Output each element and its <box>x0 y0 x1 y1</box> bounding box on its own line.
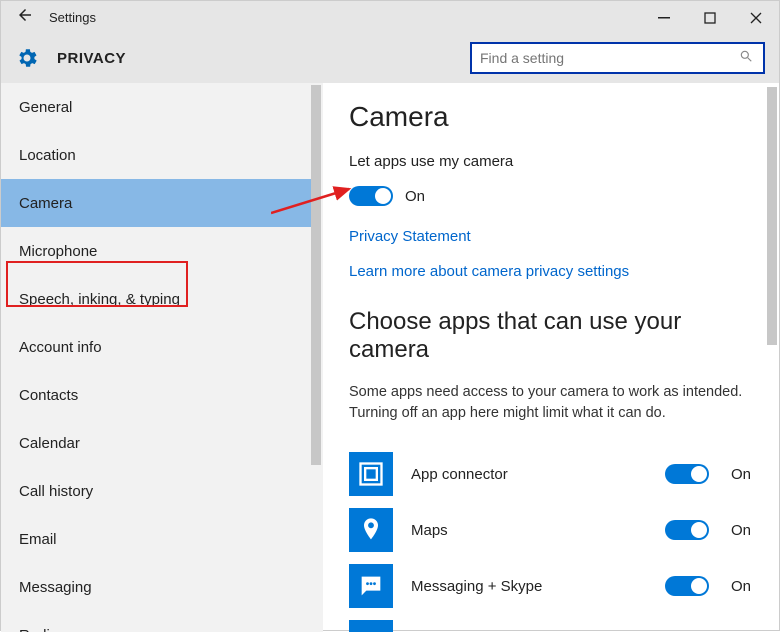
sidebar-item-speech-inking-typing[interactable]: Speech, inking, & typing <box>1 275 311 323</box>
app-name-label: Maps <box>411 522 665 539</box>
section-title: PRIVACY <box>57 50 126 67</box>
app-toggle[interactable] <box>665 576 709 596</box>
sidebar-item-camera[interactable]: Camera <box>1 179 311 227</box>
sidebar-item-microphone[interactable]: Microphone <box>1 227 311 275</box>
app-row: Microsoft EdgeOn <box>349 614 759 632</box>
gear-icon <box>15 46 39 70</box>
sidebar: General Location Camera Microphone Speech, i… <box>1 83 323 632</box>
sidebar-item-label: Contacts <box>19 387 78 404</box>
master-toggle-state: On <box>405 188 425 205</box>
sidebar-item-label: Radios <box>19 627 66 632</box>
sidebar-item-label: Location <box>19 147 76 164</box>
app-row: Messaging + Skype On <box>349 558 759 614</box>
edge-icon <box>349 620 393 632</box>
messaging-icon <box>349 564 393 608</box>
sidebar-item-label: Account info <box>19 339 102 356</box>
page-heading: Camera <box>349 101 759 133</box>
app-row: App connector On <box>349 446 759 502</box>
maximize-button[interactable] <box>687 1 733 33</box>
app-toggle-state: On <box>731 522 759 539</box>
sidebar-item-radios[interactable]: Radios <box>1 611 311 632</box>
apps-section-heading: Choose apps that can use your camera <box>349 308 759 364</box>
header: PRIVACY <box>1 33 779 83</box>
app-toggle-state: On <box>731 466 759 483</box>
sidebar-item-messaging[interactable]: Messaging <box>1 563 311 611</box>
content-scrollbar[interactable] <box>767 87 777 345</box>
sidebar-item-label: Email <box>19 531 57 548</box>
sidebar-scrollbar[interactable] <box>311 85 321 465</box>
sidebar-item-label: General <box>19 99 72 116</box>
app-toggle-state: On <box>731 578 759 595</box>
search-box[interactable] <box>470 42 765 74</box>
master-toggle-label: Let apps use my camera <box>349 153 759 170</box>
app-toggle[interactable] <box>665 464 709 484</box>
content-pane: Camera Let apps use my camera On Privacy… <box>323 83 779 632</box>
sidebar-item-account-info[interactable]: Account info <box>1 323 311 371</box>
sidebar-item-general[interactable]: General <box>1 83 311 131</box>
sidebar-item-contacts[interactable]: Contacts <box>1 371 311 419</box>
sidebar-item-label: Camera <box>19 195 72 212</box>
appconnector-icon <box>349 452 393 496</box>
back-button[interactable] <box>1 6 49 29</box>
app-name-label: App connector <box>411 466 665 483</box>
sidebar-item-email[interactable]: Email <box>1 515 311 563</box>
privacy-statement-link[interactable]: Privacy Statement <box>349 228 759 245</box>
sidebar-item-label: Messaging <box>19 579 92 596</box>
app-name-label: Messaging + Skype <box>411 578 665 595</box>
master-toggle[interactable] <box>349 186 393 206</box>
close-button[interactable] <box>733 1 779 33</box>
minimize-button[interactable] <box>641 1 687 33</box>
sidebar-item-calendar[interactable]: Calendar <box>1 419 311 467</box>
sidebar-item-label: Call history <box>19 483 93 500</box>
search-icon <box>739 49 755 68</box>
apps-section-desc: Some apps need access to your camera to … <box>349 382 759 424</box>
app-toggle[interactable] <box>665 520 709 540</box>
sidebar-item-label: Microphone <box>19 243 97 260</box>
maps-icon <box>349 508 393 552</box>
sidebar-item-label: Speech, inking, & typing <box>19 291 180 308</box>
search-input[interactable] <box>480 50 739 66</box>
titlebar: Settings <box>1 1 779 33</box>
app-row: Maps On <box>349 502 759 558</box>
sidebar-item-location[interactable]: Location <box>1 131 311 179</box>
sidebar-item-call-history[interactable]: Call history <box>1 467 311 515</box>
sidebar-item-label: Calendar <box>19 435 80 452</box>
window-title: Settings <box>49 10 96 25</box>
learn-more-link[interactable]: Learn more about camera privacy settings <box>349 263 759 280</box>
